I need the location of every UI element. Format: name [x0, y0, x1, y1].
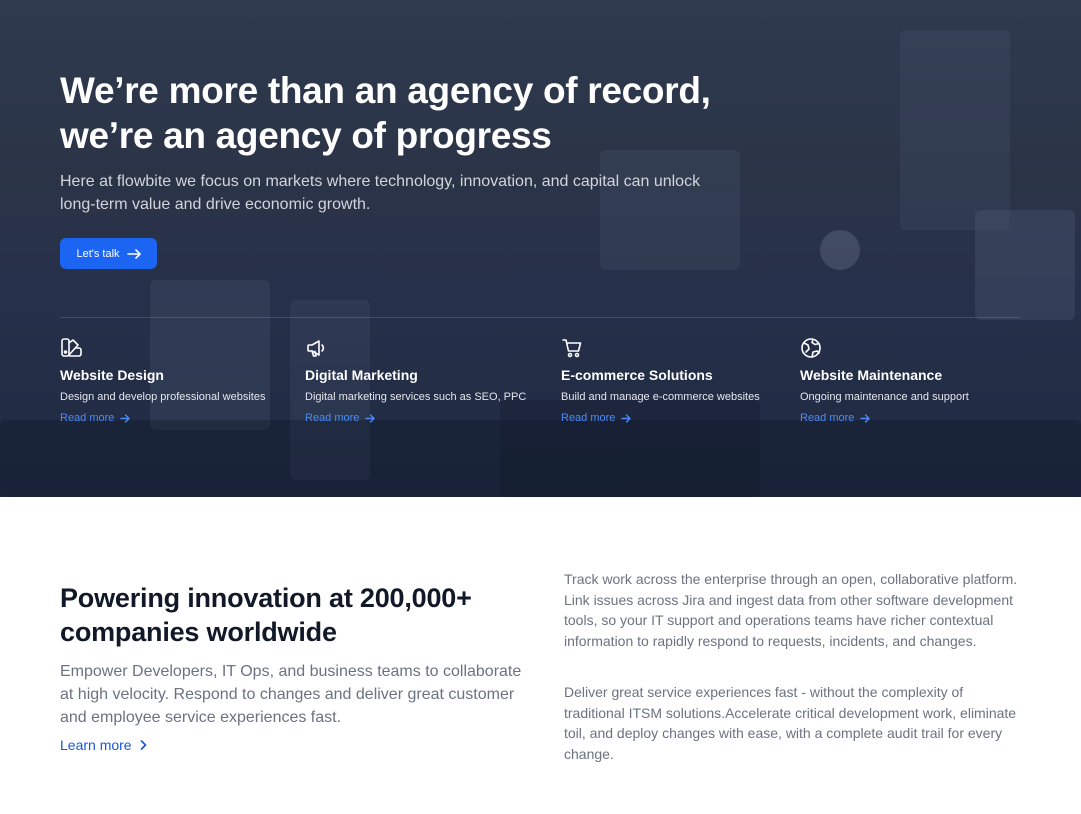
service-website-design: Website Design Design and develop profes… [60, 337, 300, 426]
read-more-link[interactable]: Read more [800, 411, 871, 425]
features-paragraph-1: Track work across the enterprise through… [564, 571, 1018, 649]
service-title: Website Design [60, 367, 164, 383]
read-more-label: Read more [305, 412, 360, 424]
hero-content: We’re more than an agency of record, we’… [60, 0, 1021, 497]
hero-subtitle: Here at flowbite we focus on markets whe… [60, 173, 701, 213]
chevron-right-icon [140, 740, 146, 750]
arrow-right-icon [860, 413, 871, 423]
read-more-label: Read more [60, 412, 115, 424]
arrow-right-icon [621, 413, 632, 423]
hero-title: We’re more than an agency of record, we’… [60, 70, 711, 156]
read-more-label: Read more [561, 412, 616, 424]
service-description: Build and manage e-commerce websites [561, 391, 760, 403]
read-more-link[interactable]: Read more [305, 411, 376, 425]
arrow-right-icon [120, 413, 131, 423]
lets-talk-button[interactable]: Let's talk [60, 238, 157, 269]
features-subtitle: Empower Developers, IT Ops, and business… [60, 663, 522, 726]
service-description: Design and develop professional websites [60, 391, 266, 403]
globe-icon [801, 338, 821, 358]
learn-more-label: Learn more [60, 737, 132, 753]
palette-icon [61, 338, 82, 357]
features-paragraph-2: Deliver great service experiences fast -… [564, 684, 1017, 762]
service-description: Ongoing maintenance and support [800, 391, 969, 403]
service-digital-marketing: Digital Marketing Digital marketing serv… [305, 337, 545, 426]
service-title: Digital Marketing [305, 367, 418, 383]
hero-section: We’re more than an agency of record, we’… [0, 0, 1081, 497]
cart-icon [562, 339, 582, 358]
service-title: Website Maintenance [800, 367, 943, 383]
learn-more-link[interactable]: Learn more [60, 737, 147, 753]
arrow-right-icon [365, 413, 376, 423]
read-more-link[interactable]: Read more [60, 411, 131, 425]
service-website-maintenance: Website Maintenance Ongoing maintenance … [800, 337, 1040, 426]
hero-divider [60, 317, 1021, 318]
read-more-link[interactable]: Read more [561, 411, 632, 425]
arrow-right-icon [126, 248, 141, 259]
read-more-label: Read more [800, 412, 855, 424]
features-section: Powering innovation at 200,000+ companie… [0, 497, 1081, 814]
features-title: Powering innovation at 200,000+ companie… [60, 583, 472, 647]
service-title: E-commerce Solutions [561, 367, 713, 383]
service-ecommerce-solutions: E-commerce Solutions Build and manage e-… [561, 337, 801, 426]
service-description: Digital marketing services such as SEO, … [305, 391, 527, 403]
megaphone-icon [307, 340, 325, 357]
lets-talk-label: Let's talk [76, 247, 120, 260]
